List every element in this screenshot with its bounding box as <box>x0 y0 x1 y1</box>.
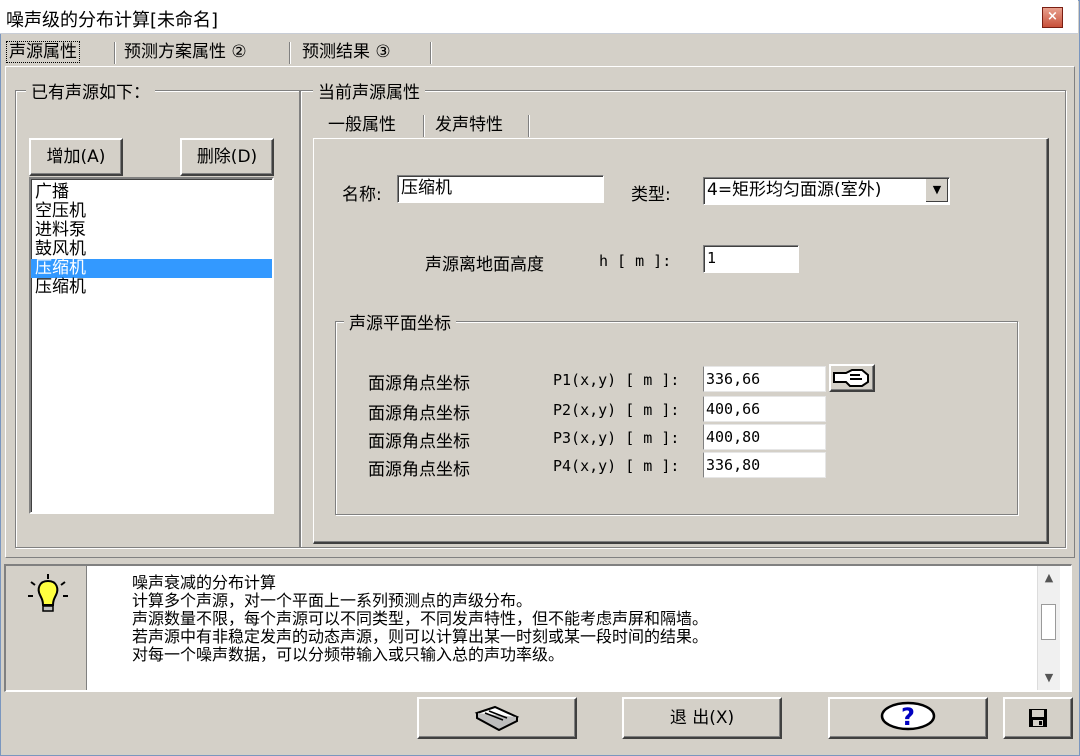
list-item-selected[interactable]: 压缩机 <box>31 259 272 278</box>
subtab-separator <box>528 115 530 137</box>
title-bar: 噪声级的分布计算[未命名] × <box>0 0 1078 34</box>
list-item[interactable]: 鼓风机 <box>31 240 272 259</box>
list-item[interactable]: 广播 <box>31 183 272 202</box>
help-icon: ? <box>880 701 936 731</box>
subtab-general[interactable]: 一般属性 <box>328 113 396 137</box>
corner-key: P3(x,y) [ m ]: <box>553 429 680 447</box>
corner-label: 面源角点坐标 <box>368 374 470 394</box>
subtab-emission[interactable]: 发声特性 <box>435 113 503 137</box>
corner-label: 面源角点坐标 <box>368 404 470 424</box>
name-field[interactable]: 压缩机 <box>397 175 604 203</box>
delete-source-button[interactable]: 删除(D) <box>180 138 274 176</box>
corner-p3-field[interactable]: 400,80 <box>703 424 826 450</box>
corner-p2-field[interactable]: 400,66 <box>703 396 826 422</box>
save-icon <box>1029 709 1047 727</box>
type-select-value: 4=矩形均匀面源(室外) <box>707 180 882 200</box>
type-select[interactable]: 4=矩形均匀面源(室外) ▼ <box>703 177 950 205</box>
name-label: 名称: <box>342 185 382 205</box>
tab-source-properties[interactable]: 声源属性 <box>5 40 81 64</box>
corner-p4-field[interactable]: 336,80 <box>703 452 826 478</box>
close-button[interactable]: × <box>1042 7 1063 28</box>
corner-key: P1(x,y) [ m ]: <box>553 371 680 389</box>
corner-label: 面源角点坐标 <box>368 460 470 480</box>
sources-legend: 已有声源如下： <box>26 78 155 103</box>
height-field[interactable]: 1 <box>703 245 799 273</box>
pick-hand-icon <box>833 369 869 387</box>
scroll-thumb[interactable] <box>1041 604 1056 640</box>
exit-button[interactable]: 退 出(X) <box>622 697 782 739</box>
help-text-line: 计算多个声源，对一个平面上一系列预测点的声级分布。 <box>132 591 533 610</box>
list-item[interactable]: 进料泵 <box>31 221 272 240</box>
help-text-line: 对每一个噪声数据，可以分频带输入或只输入总的声功率级。 <box>132 645 565 664</box>
add-source-button[interactable]: 增加(A) <box>29 138 123 176</box>
book-icon <box>474 705 520 732</box>
dropdown-arrow-icon[interactable]: ▼ <box>925 179 948 202</box>
tab-separator <box>289 42 291 64</box>
height-unit: h [ m ]: <box>599 252 672 270</box>
tab-results[interactable]: 预测结果 ③ <box>302 40 391 64</box>
coordinates-legend: 声源平面坐标 <box>344 309 456 334</box>
corner-p1-field[interactable]: 336,66 <box>703 366 826 392</box>
corner-key: P2(x,y) [ m ]: <box>553 401 680 419</box>
subtab-separator <box>423 115 425 137</box>
scroll-down-icon[interactable]: ▼ <box>1038 668 1060 688</box>
help-text-line: 噪声衰减的分布计算 <box>132 573 277 592</box>
help-icon-column <box>6 566 87 690</box>
type-label: 类型: <box>631 185 671 205</box>
tab-scheme-properties[interactable]: 预测方案属性 ② <box>124 40 247 64</box>
list-item[interactable]: 压缩机 <box>31 278 272 297</box>
source-list[interactable]: 广播 空压机 进料泵 鼓风机 压缩机 压缩机 <box>29 177 274 514</box>
list-item[interactable]: 空压机 <box>31 202 272 221</box>
tab-separator <box>430 42 432 64</box>
current-source-legend: 当前声源属性 <box>313 78 425 103</box>
tab-separator <box>114 42 116 64</box>
scroll-up-icon[interactable]: ▲ <box>1038 568 1060 588</box>
help-scrollbar[interactable]: ▲ ▼ <box>1037 566 1060 690</box>
window-title: 噪声级的分布计算[未命名] <box>6 10 219 31</box>
help-question-mark: ? <box>901 703 915 731</box>
corner-label: 面源角点坐标 <box>368 432 470 452</box>
help-button[interactable]: ? <box>828 697 988 739</box>
pick-point-button[interactable] <box>829 364 875 392</box>
help-text-line: 若声源中有非稳定发声的动态声源，则可以计算出某一时刻或某一段时间的结果。 <box>132 627 709 646</box>
manual-button[interactable] <box>417 697 577 739</box>
height-label: 声源离地面高度 <box>425 255 544 275</box>
help-panel: 噪声衰减的分布计算 计算多个声源，对一个平面上一系列预测点的声级分布。 声源数量… <box>4 564 1072 692</box>
lightbulb-icon <box>28 574 68 612</box>
save-button[interactable] <box>1003 697 1073 739</box>
corner-key: P4(x,y) [ m ]: <box>553 457 680 475</box>
help-text-line: 声源数量不限，每个声源可以不同类型，不同发声特性，但不能考虑声屏和隔墙。 <box>132 609 709 628</box>
